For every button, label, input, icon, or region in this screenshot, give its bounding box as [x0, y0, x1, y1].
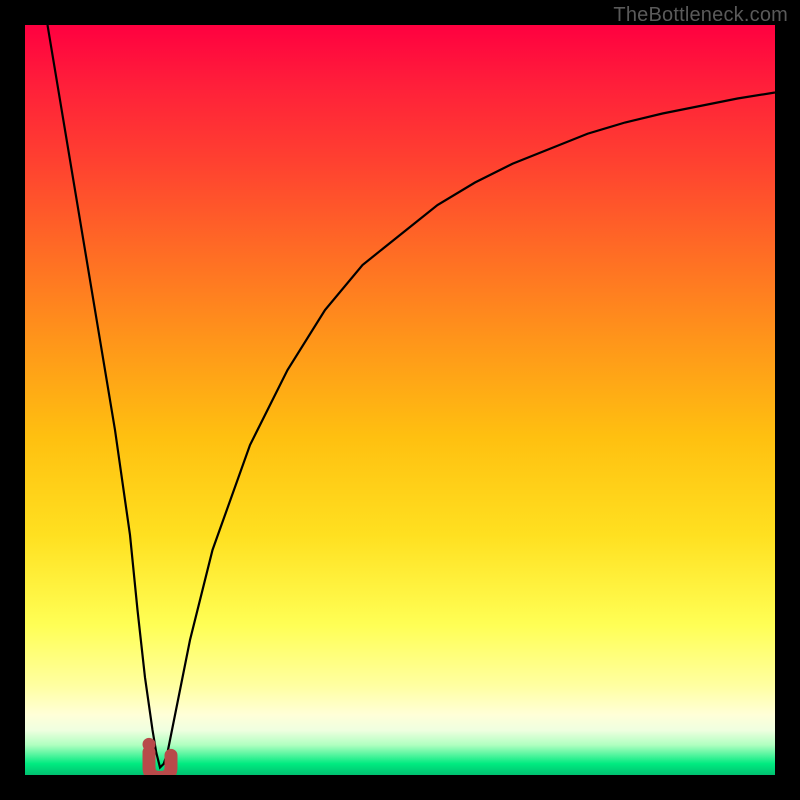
- plot-frame: [25, 25, 775, 775]
- chart-canvas: [25, 25, 775, 775]
- watermark-text: TheBottleneck.com: [613, 4, 788, 27]
- bottleneck-curve: [48, 25, 776, 768]
